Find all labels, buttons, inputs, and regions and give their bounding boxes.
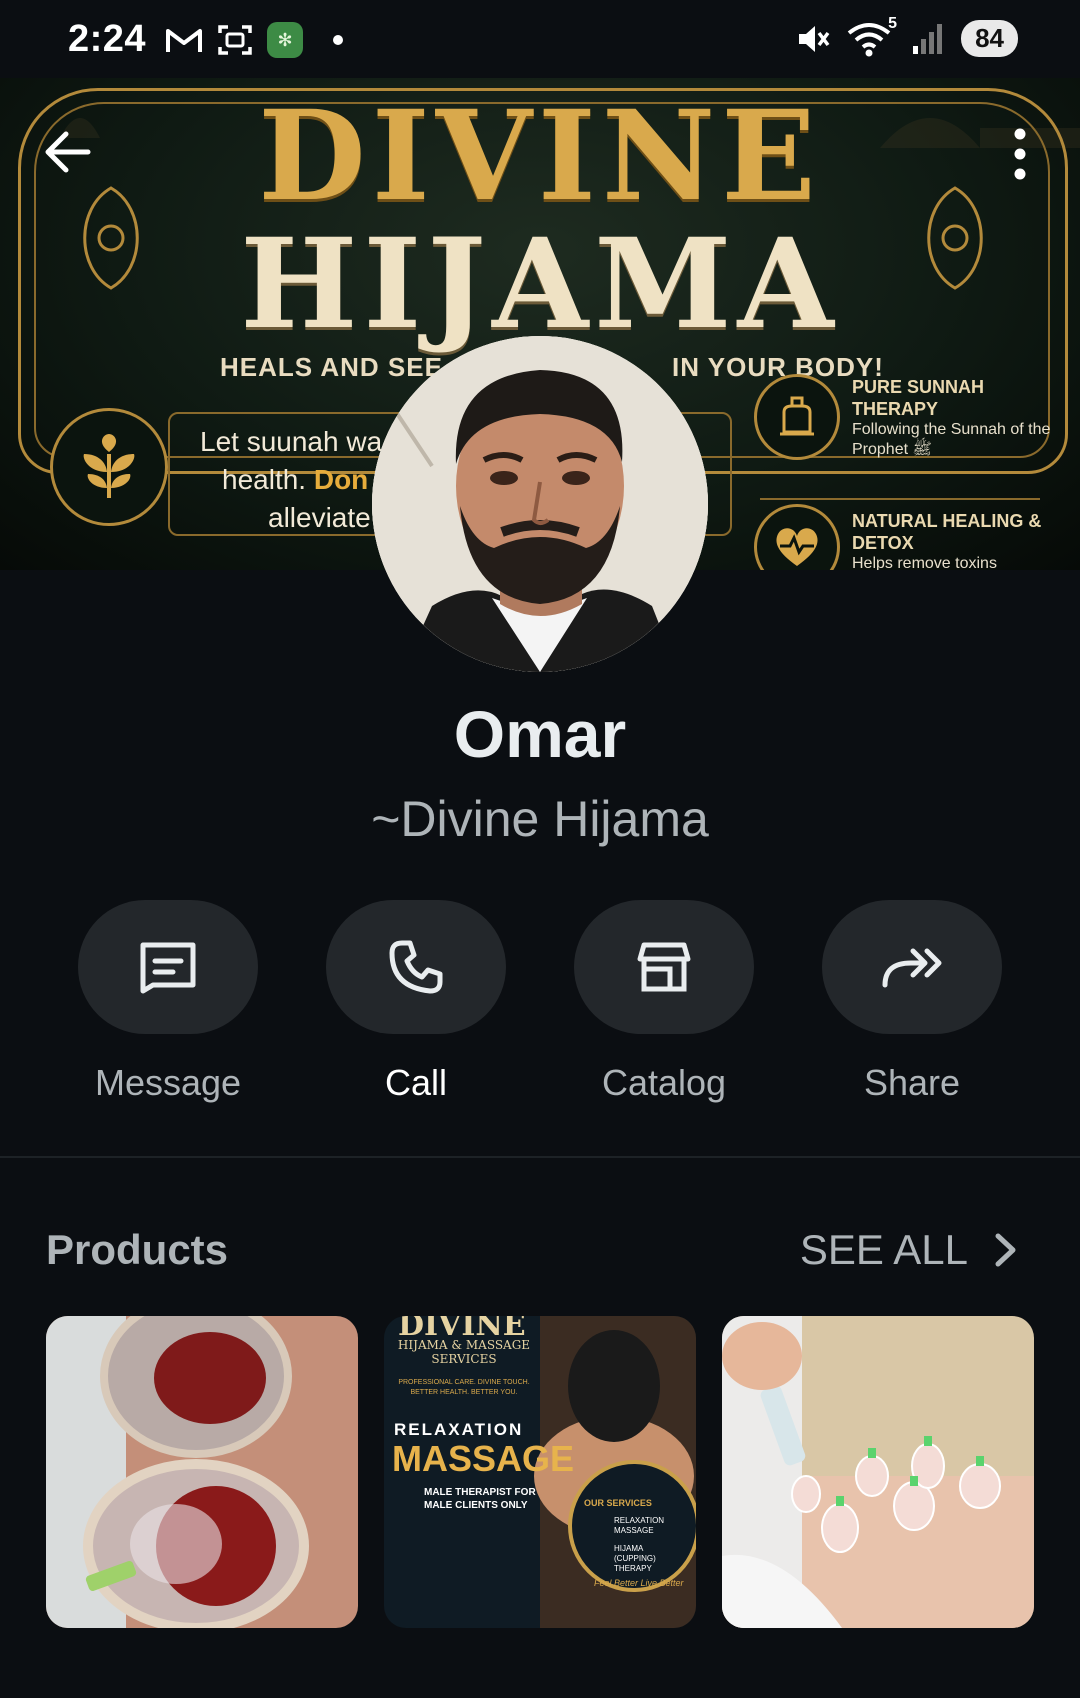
- flyer-heading1: RELAXATION: [394, 1420, 524, 1439]
- ornament-right-icon: [927, 186, 983, 290]
- cover-promo-line2-text: health.: [222, 464, 314, 495]
- storefront-icon: [637, 942, 691, 992]
- leaf-emblem: [50, 408, 168, 526]
- share-forward-icon: [882, 948, 942, 988]
- network-badge: 5: [888, 14, 898, 32]
- flyer-tagline: PROFESSIONAL CARE. DIVINE TOUCH. BETTER …: [398, 1379, 530, 1396]
- flyer-badge: MALE THERAPIST FOR MALE CLIENTS ONLY: [424, 1487, 536, 1511]
- call-pill[interactable]: [326, 900, 506, 1034]
- feature-2-title: NATURAL HEALING & DETOX: [852, 511, 1042, 553]
- cover-promo-line2-bold: Don: [313, 464, 369, 495]
- see-all-label: SEE ALL: [799, 1226, 968, 1273]
- heart-emblem: [754, 504, 840, 570]
- more-options-icon[interactable]: [1000, 124, 1040, 184]
- call-label: Call: [384, 1062, 447, 1103]
- message-button[interactable]: Message: [78, 900, 258, 1104]
- wifi-indicator: 5: [847, 15, 897, 57]
- cover-promo-line3: alleviate: [268, 502, 371, 533]
- status-bar: 2:24 ✻ 5 84: [0, 0, 1080, 78]
- heart-pulse-icon: [776, 528, 818, 566]
- feature-divider: [760, 498, 1040, 500]
- cupping-back-image: [722, 1316, 1034, 1628]
- see-all-button[interactable]: SEE ALL: [800, 1226, 1018, 1274]
- products-title: Products: [46, 1226, 229, 1273]
- message-icon: [140, 942, 196, 994]
- catalog-label: Catalog: [601, 1062, 727, 1103]
- quran-app-icon: ✻: [267, 22, 303, 58]
- ornament-left-icon: [83, 186, 139, 290]
- feature-1-desc: Following the Sunnah of the Prophet ﷺ: [852, 421, 1051, 458]
- section-divider: [0, 1156, 1080, 1158]
- back-arrow-icon[interactable]: [40, 124, 96, 180]
- flyer-service2: HIJAMA (CUPPING) THERAPY: [614, 1544, 656, 1573]
- call-button[interactable]: Call: [326, 900, 506, 1104]
- cover-promo-line1: Let suunah wa: [200, 426, 383, 457]
- message-pill[interactable]: [78, 900, 258, 1034]
- battery-icon: 84: [961, 20, 1018, 57]
- leaf-icon: [83, 434, 135, 498]
- profile-avatar[interactable]: [372, 336, 708, 672]
- flyer-service1: RELAXATION MASSAGE: [614, 1516, 665, 1535]
- cupping-cup-emblem: [754, 374, 840, 460]
- feature-2-desc: Helps remove toxins: [852, 555, 997, 570]
- share-label: Share: [863, 1062, 961, 1103]
- cover-promo-line2: health. Don: [222, 464, 368, 496]
- mute-icon: [799, 25, 830, 52]
- product-thumbnail-2[interactable]: DIVINE HIJAMA & MASSAGE SERVICES PROFESS…: [384, 1316, 696, 1628]
- share-pill[interactable]: [822, 900, 1002, 1034]
- flyer-services: OUR SERVICES: [584, 1498, 652, 1508]
- product-thumbnail-1[interactable]: [46, 1316, 358, 1628]
- gmail-icon: [166, 29, 202, 52]
- profile-name: Omar: [453, 697, 627, 771]
- profile-subtitle: ~Divine Hijama: [371, 791, 709, 847]
- flyer-footer: Feel Better Live Better: [594, 1578, 684, 1588]
- status-time: 2:24: [68, 18, 147, 60]
- chevron-right-icon: [995, 1233, 1016, 1267]
- cupping-closeup-image: [46, 1316, 358, 1628]
- avatar-photo: [372, 336, 708, 672]
- status-icons-right: 5 84: [795, 15, 1018, 57]
- wifi-icon: [847, 22, 891, 56]
- catalog-button[interactable]: Catalog: [574, 900, 754, 1104]
- feature-1-title: PURE SUNNAH THERAPY: [852, 377, 985, 419]
- phone-icon: [389, 940, 443, 994]
- product-thumbnail-3[interactable]: [722, 1316, 1034, 1628]
- flyer-heading2: MASSAGE: [392, 1438, 575, 1479]
- share-button[interactable]: Share: [822, 900, 1002, 1104]
- cover-tagline-left: HEALS AND SEE: [220, 352, 443, 382]
- signal-icon: [913, 23, 943, 54]
- screenshot-icon: [218, 25, 252, 55]
- cupping-cup-icon: [780, 396, 814, 436]
- notification-dot: [333, 35, 343, 45]
- flyer-subtitle: HIJAMA & MASSAGE SERVICES: [397, 1338, 531, 1366]
- status-icons-left: ✻: [165, 22, 343, 58]
- catalog-pill[interactable]: [574, 900, 754, 1034]
- message-label: Message: [94, 1062, 242, 1103]
